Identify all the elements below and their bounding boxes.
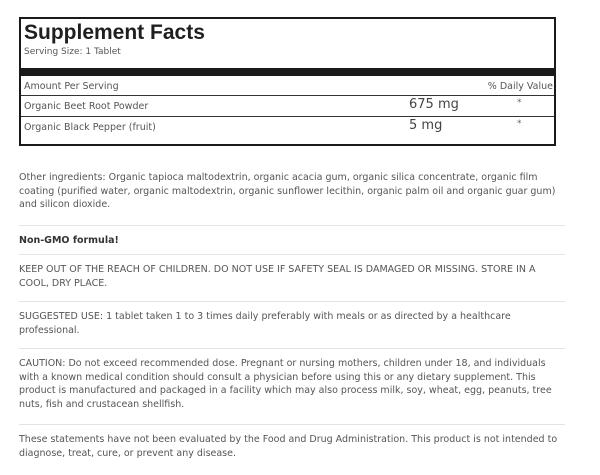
daily-value-label: % Daily Value (487, 81, 553, 92)
supplement-facts-title: Supplement Facts (24, 21, 205, 44)
thick-divider (21, 68, 554, 76)
other-ingredients-text: Other ingredients: Organic tapioca malto… (19, 172, 556, 210)
suggested-use-text: SUGGESTED USE: 1 tablet taken 1 to 3 tim… (19, 311, 511, 336)
supplement-facts-panel: Supplement Facts Serving Size: 1 Tablet … (19, 17, 556, 146)
facts-header-row: Amount Per Serving % Daily Value (21, 77, 554, 96)
section-divider (19, 301, 565, 302)
ingredient-amount: 5 mg (409, 118, 443, 133)
ingredient-name: Organic Black Pepper (fruit) (24, 122, 156, 133)
facts-row: Organic Black Pepper (fruit) 5 mg * (21, 117, 554, 138)
non-gmo-text: Non-GMO formula! (19, 235, 119, 246)
storage-warning-text: KEEP OUT OF THE REACH OF CHILDREN. DO NO… (19, 264, 536, 289)
caution-text: CAUTION: Do not exceed recommended dose.… (19, 358, 552, 410)
ingredient-daily-value: * (517, 119, 522, 129)
ingredient-daily-value: * (517, 98, 522, 108)
amount-per-serving-label: Amount Per Serving (24, 81, 119, 92)
serving-size: Serving Size: 1 Tablet (24, 47, 121, 57)
section-divider (19, 424, 565, 425)
section-divider (19, 254, 565, 255)
ingredient-name: Organic Beet Root Powder (24, 101, 149, 112)
ingredient-amount: 675 mg (409, 97, 459, 112)
section-divider (19, 225, 565, 226)
fda-disclaimer-text: These statements have not been evaluated… (19, 434, 558, 459)
facts-row: Organic Beet Root Powder 675 mg * (21, 96, 554, 117)
section-divider (19, 348, 565, 349)
